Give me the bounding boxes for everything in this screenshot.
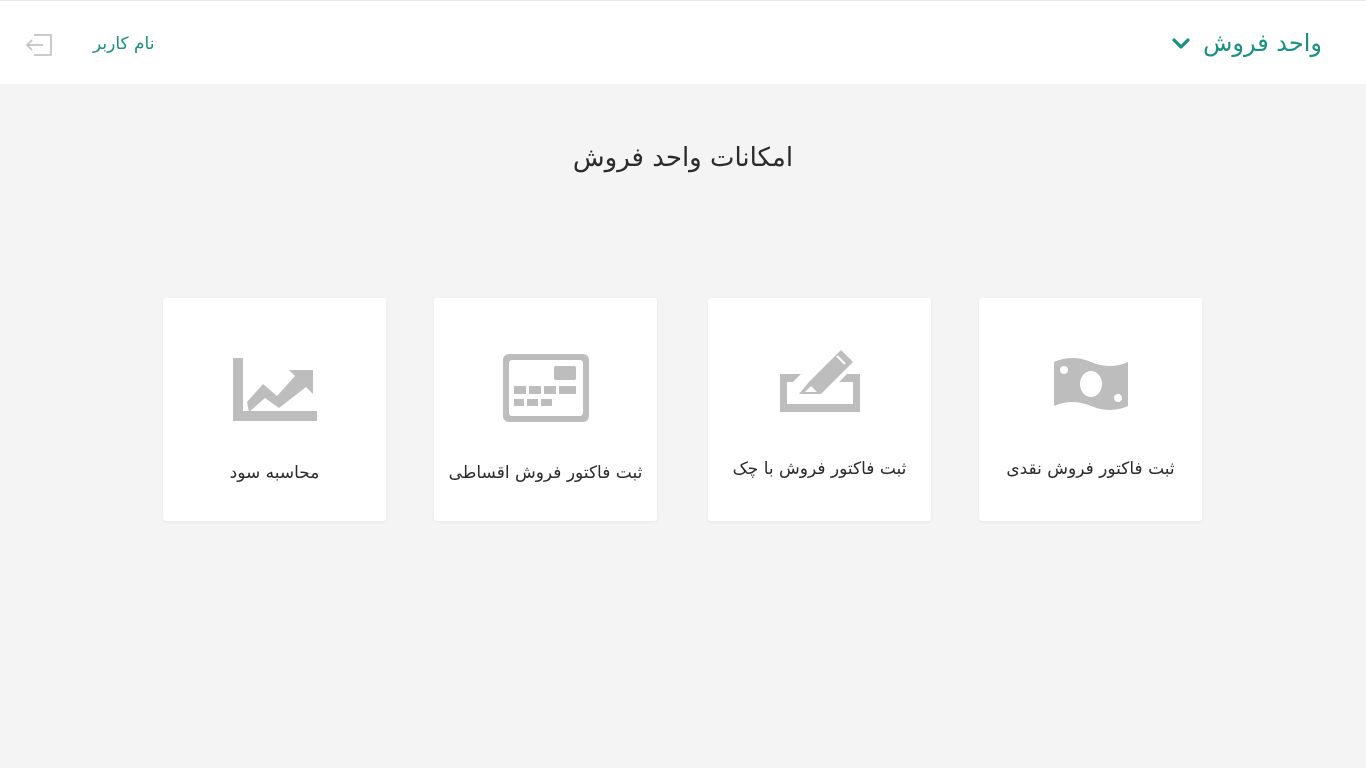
card-check-sale-invoice[interactable]: ثبت فاکتور فروش با چک (708, 298, 931, 521)
logout-icon[interactable] (24, 31, 54, 59)
card-label: ثبت فاکتور فروش نقدی (1006, 459, 1175, 479)
page-title: امکانات واحد فروش (572, 143, 794, 173)
check-signature-icon (708, 346, 931, 412)
chart-area-icon (163, 358, 386, 422)
card-installment-sale-invoice[interactable]: ثبت فاکتور فروش اقساطی (434, 298, 657, 521)
card-profit-calculation[interactable]: محاسبه سود (163, 298, 386, 521)
installment-card-icon (434, 354, 657, 422)
card-label: محاسبه سود (229, 463, 320, 483)
sales-unit-dropdown[interactable]: واحد فروش (1171, 23, 1322, 63)
sales-unit-title: واحد فروش (1203, 29, 1322, 57)
user-name-link[interactable]: نام کاربر (93, 31, 154, 57)
money-bill-icon (979, 356, 1202, 412)
card-cash-sale-invoice[interactable]: ثبت فاکتور فروش نقدی (979, 298, 1202, 521)
card-label: ثبت فاکتور فروش با چک (732, 459, 907, 479)
top-header: واحد فروش نام کاربر (0, 0, 1366, 84)
feature-cards: ثبت فاکتور فروش نقدی ثبت فاکتور فروش با … (0, 298, 1366, 522)
chevron-down-icon (1171, 33, 1191, 53)
card-label: ثبت فاکتور فروش اقساطی (448, 463, 643, 483)
